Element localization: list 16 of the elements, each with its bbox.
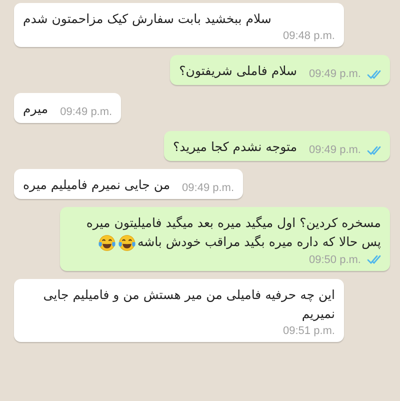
message-text: سلام ببخشید بابت سفارش کیک مزاحمتون شدم bbox=[23, 10, 272, 28]
message-time: 09:49 p.m. bbox=[60, 106, 112, 118]
message-text: میرم bbox=[23, 100, 48, 118]
laughing-face-icon bbox=[118, 234, 136, 252]
message-text: سلام فاملی شریفتون؟ bbox=[179, 62, 298, 80]
message-text: مسخره کردین؟ اول میگید میره بعد میگید فامیلیتون میره پس حالا که داره میره بگید مراقب خودش باشه bbox=[69, 213, 381, 252]
message-text: این چه حرفیه فامیلی من میر هستش من و فامیلیم جایی نمیریم bbox=[42, 286, 335, 323]
message-time: 09:49 p.m. bbox=[182, 182, 234, 194]
message-time: 09:49 p.m. bbox=[309, 68, 361, 80]
message-text: من جایی نمیرم فامیلیم میره bbox=[23, 176, 170, 194]
message-time: 09:48 p.m. bbox=[283, 30, 335, 42]
message-text: متوجه نشدم کجا میرید؟ bbox=[172, 138, 298, 156]
message-time: 09:49 p.m. bbox=[309, 144, 361, 156]
message-time: 09:51 p.m. bbox=[283, 324, 335, 337]
laughing-face-icon bbox=[98, 234, 116, 252]
message-time: 09:50 p.m. bbox=[309, 254, 361, 266]
